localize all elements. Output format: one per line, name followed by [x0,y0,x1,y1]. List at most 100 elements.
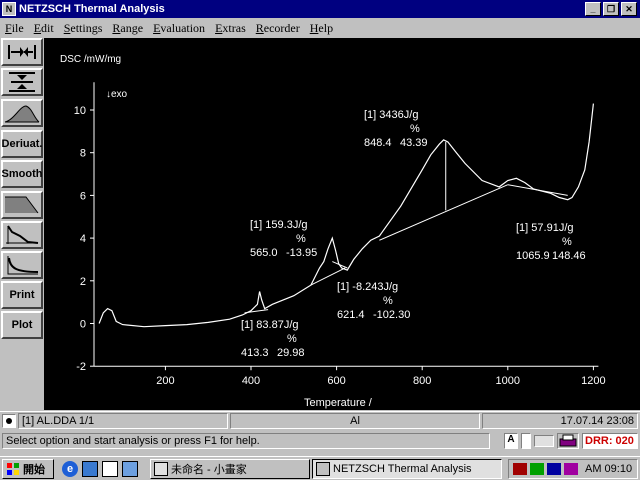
menu-settings[interactable]: Settings [59,21,108,36]
task-paint[interactable]: 未命名 - 小畫家 [150,459,310,479]
minimize-button[interactable]: _ [585,2,601,16]
quick-launch: e [62,460,146,478]
title-bar[interactable]: N NETZSCH Thermal Analysis _ ❐ ✕ [0,0,640,18]
annotation-unit: % [562,236,572,248]
desktop-icon[interactable] [102,461,118,477]
netzsch-app-icon[interactable]: N [2,2,16,16]
printer-icon[interactable] [557,433,579,449]
menu-range[interactable]: Range [107,21,148,36]
annotation-percent: -13.95 [286,247,317,259]
annotation-unit: % [383,295,393,307]
tray-icon-3[interactable] [547,463,561,475]
page-icon[interactable] [521,433,531,449]
annotation-percent: 148.46 [552,250,586,262]
annotation-percent: -102.30 [373,309,410,321]
annotation-temp: 413.3 [241,347,269,359]
annotation-temp: 621.4 [337,309,365,321]
y-axis-title: DSC /mW/mg [60,54,121,65]
menu-extras[interactable]: Extras [210,21,251,36]
exo-indicator: ↓exo [106,89,128,100]
netzsch-task-icon [316,462,330,476]
expand-vertical-button[interactable] [1,68,43,96]
peak-baseline [244,309,269,314]
font-a-icon[interactable]: A [504,433,518,449]
close-button[interactable]: ✕ [621,2,637,16]
plot-button[interactable]: Plot [1,311,43,339]
onset-button[interactable] [1,221,43,249]
menu-recorder[interactable]: Recorder [251,21,305,36]
taskbar: 開始 e 未命名 - 小畫家 NETZSCH Thermal Analysis … [0,456,640,480]
x-tick-label: 1000 [496,375,520,387]
outlook-icon[interactable] [82,461,98,477]
y-tick-label: -2 [76,361,86,373]
derivative-button[interactable]: Deriuat. [1,130,43,158]
internet-explorer-icon[interactable]: e [62,461,78,477]
annotation-unit: % [296,233,306,245]
annotation-unit: % [287,333,297,345]
menu-bar: File Edit Settings Range Evaluation Extr… [0,18,640,38]
tool-panel: Deriuat. Smooth Print Plot [0,38,44,410]
peak-baseline [507,184,568,196]
channels-icon[interactable] [122,461,138,477]
x-tick-label: 200 [156,375,174,387]
menu-file[interactable]: File [0,21,29,36]
x-tick-label: 400 [242,375,260,387]
onset-icon [6,225,39,244]
drr-indicator: DRR: 020 [582,433,638,449]
peak-baseline [332,261,348,269]
task-netzsch[interactable]: NETZSCH Thermal Analysis [312,459,502,479]
help-text: Select option and start analysis or pres… [2,433,490,449]
x-tick-label: 600 [327,375,345,387]
status-bar: Select option and start analysis or pres… [0,431,640,451]
x-axis-title: Temperature / [304,397,373,409]
smooth-button[interactable]: Smooth [1,160,43,188]
step-function-button[interactable] [1,191,43,219]
y-tick-label: 4 [80,233,86,245]
start-button[interactable]: 開始 [2,459,54,479]
paint-icon [154,462,168,476]
info-bar: [1] AL.DDA 1/1 Al 17.07.14 23:08 [0,411,640,429]
annotation-value: [1] -8.243J/g [337,281,398,293]
tray-icon-4[interactable] [564,463,578,475]
annotation-value: [1] 3436J/g [364,109,418,121]
annotation-temp: 565.0 [250,247,278,259]
restore-button[interactable]: ❐ [603,2,619,16]
y-tick-label: 6 [80,190,86,202]
system-tray: AM 09:10 [508,459,638,479]
annotation-value: [1] 57.91J/g [516,222,574,234]
clock: AM 09:10 [585,463,633,475]
dsc-plot-area[interactable]: -2 0 2 4 6 8 10 200 400 600 800 1000 1200 DSC /mW/mg ↓… [44,38,640,410]
menu-evaluation[interactable]: Evaluation [148,21,210,36]
tray-icon-2[interactable] [530,463,544,475]
expand-vertical-icon [9,72,35,92]
menu-help[interactable]: Help [305,21,338,36]
peak-area-button[interactable] [1,99,43,127]
menu-edit[interactable]: Edit [29,21,59,36]
annotation-temp: 848.4 [364,137,392,149]
tray-icon-1[interactable] [513,463,527,475]
y-tick-label: 0 [80,319,86,331]
peak-baseline [379,184,508,241]
print-button[interactable]: Print [1,281,43,309]
decay-curve-icon [7,256,39,275]
x-tick-label: 1200 [581,375,605,387]
app-window: N NETZSCH Thermal Analysis _ ❐ ✕ File Ed… [0,0,640,456]
y-tick-label: 2 [80,276,86,288]
date-time: 17.07.14 23:08 [482,413,638,429]
window-title: NETZSCH Thermal Analysis [19,3,165,15]
file-radio-icon[interactable] [2,414,16,428]
decay-curve-button[interactable] [1,251,43,279]
dsc-curve [98,103,594,328]
y-tick-label: 8 [80,148,86,160]
step-curve-icon [5,196,39,214]
annotation-temp: 1065.9 [516,250,550,262]
expand-horizontal-icon [8,45,36,59]
annotation-percent: 43.39 [400,137,428,149]
peak-area-icon [4,105,40,123]
file-indicator: [1] AL.DDA 1/1 [18,413,228,429]
keyboard-icon[interactable] [534,435,554,447]
annotation-value: [1] 159.3J/g [250,219,308,231]
expand-horizontal-button[interactable] [1,38,43,66]
dsc-chart: -2 0 2 4 6 8 10 200 400 600 800 1000 1200 DSC /mW/mg ↓… [60,54,606,409]
annotation-unit: % [410,123,420,135]
